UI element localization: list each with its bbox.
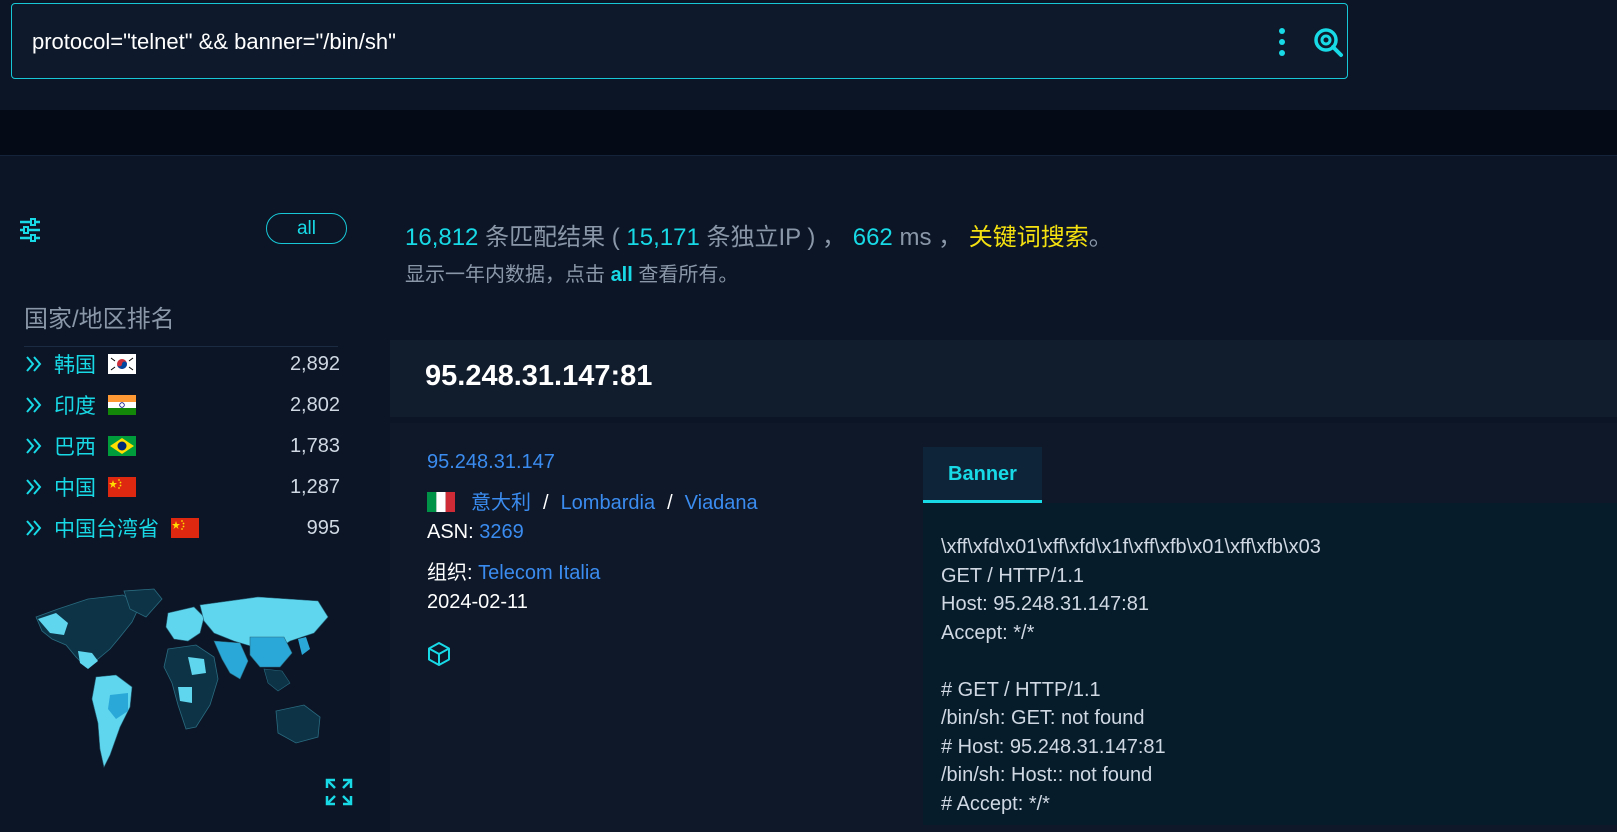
double-chevron-right-icon	[26, 397, 42, 413]
asn-link[interactable]: 3269	[479, 521, 524, 543]
hint-suffix: 查看所有。	[632, 264, 739, 286]
all-data-link[interactable]: all	[611, 264, 633, 286]
city-link[interactable]: Viadana	[685, 492, 758, 514]
total-results-count: 16,812	[405, 224, 479, 251]
country-rank-item[interactable]: 韩国 2,892	[24, 349, 340, 379]
country-name: 印度	[54, 395, 96, 418]
filter-settings-icon[interactable]	[18, 217, 42, 243]
keyword-search-label: 关键词搜索	[968, 224, 1089, 251]
country-rank-item[interactable]: 巴西 1,783	[24, 431, 340, 461]
result-card-body: 95.248.31.147 意大利 / Lombardia / Viadana ASN:…	[390, 423, 1617, 832]
org-label: 组织:	[427, 562, 479, 584]
double-chevron-right-icon	[26, 479, 42, 495]
toolbar-strip	[0, 110, 1617, 156]
total-results-suffix: 条匹配结果 (	[478, 224, 627, 251]
expand-icon[interactable]	[324, 777, 354, 807]
region-link[interactable]: Lombardia	[561, 492, 656, 514]
country-link[interactable]: 意大利	[471, 492, 531, 514]
country-count: 1,783	[289, 434, 340, 457]
all-filter-button[interactable]: all	[266, 213, 347, 244]
more-vertical-icon[interactable]	[1272, 26, 1292, 58]
country-name: 中国台湾省	[54, 518, 159, 541]
double-chevron-right-icon	[26, 438, 42, 454]
double-chevron-right-icon	[26, 356, 42, 372]
banner-panel: \xff\xfd\x01\xff\xfd\x1f\xff\xfb\x01\xff…	[923, 503, 1617, 825]
tab-banner[interactable]: Banner	[923, 447, 1042, 503]
country-rank-item[interactable]: 中国 1,287	[24, 472, 340, 502]
country-name: 巴西	[54, 436, 96, 459]
data-range-hint: 显示一年内数据，点击 all 查看所有。	[405, 258, 738, 287]
country-name: 韩国	[54, 354, 96, 377]
result-card-header: 95.248.31.147:81	[390, 340, 1617, 420]
italy-flag-icon	[427, 492, 455, 512]
country-rank-item[interactable]: 印度 2,802	[24, 390, 340, 420]
double-chevron-right-icon	[26, 520, 42, 536]
search-icon[interactable]	[1312, 26, 1344, 58]
india-flag-icon	[108, 395, 136, 415]
location-separator: /	[667, 492, 673, 514]
china-flag-icon	[171, 518, 199, 538]
summary-end-punct: 。	[1088, 224, 1113, 251]
result-title-link[interactable]: 95.248.31.147:81	[425, 360, 652, 393]
country-count: 2,802	[289, 393, 340, 416]
unique-ip-suffix: 条独立IP ) ，	[699, 224, 847, 251]
results-summary: 16,812 条匹配结果 ( 15,171 条独立IP ) ， 662 ms ，…	[405, 217, 1113, 252]
cube-icon[interactable]	[427, 641, 451, 667]
query-time: 662	[852, 224, 893, 251]
location-separator: /	[543, 492, 549, 514]
country-count: 2,892	[289, 352, 340, 375]
country-count: 1,287	[289, 475, 340, 498]
country-rank-item[interactable]: 中国台湾省 995	[24, 513, 340, 543]
query-time-suffix: ms ，	[892, 224, 963, 251]
country-count: 995	[306, 516, 340, 539]
search-input[interactable]	[32, 24, 1232, 60]
country-ranking-title: 国家/地区排名	[24, 299, 338, 347]
brazil-flag-icon	[108, 436, 136, 456]
country-name: 中国	[54, 477, 96, 500]
banner-content: \xff\xfd\x01\xff\xfd\x1f\xff\xfb\x01\xff…	[941, 536, 1321, 815]
result-date: 2024-02-11	[427, 591, 528, 613]
top-bar	[0, 0, 1617, 110]
search-box	[11, 3, 1348, 79]
hint-prefix: 显示一年内数据，点击	[405, 264, 611, 286]
china-flag-icon	[108, 477, 136, 497]
sidebar: all 国家/地区排名 韩国 2,892 印度 2,802 巴西 1,783 中…	[0, 157, 368, 832]
ip-link[interactable]: 95.248.31.147	[427, 451, 555, 473]
world-map	[35, 588, 329, 768]
asn-label: ASN:	[427, 521, 480, 543]
org-link[interactable]: Telecom Italia	[478, 562, 600, 584]
unique-ip-count: 15,171	[626, 224, 700, 251]
south-korea-flag-icon	[108, 354, 136, 374]
